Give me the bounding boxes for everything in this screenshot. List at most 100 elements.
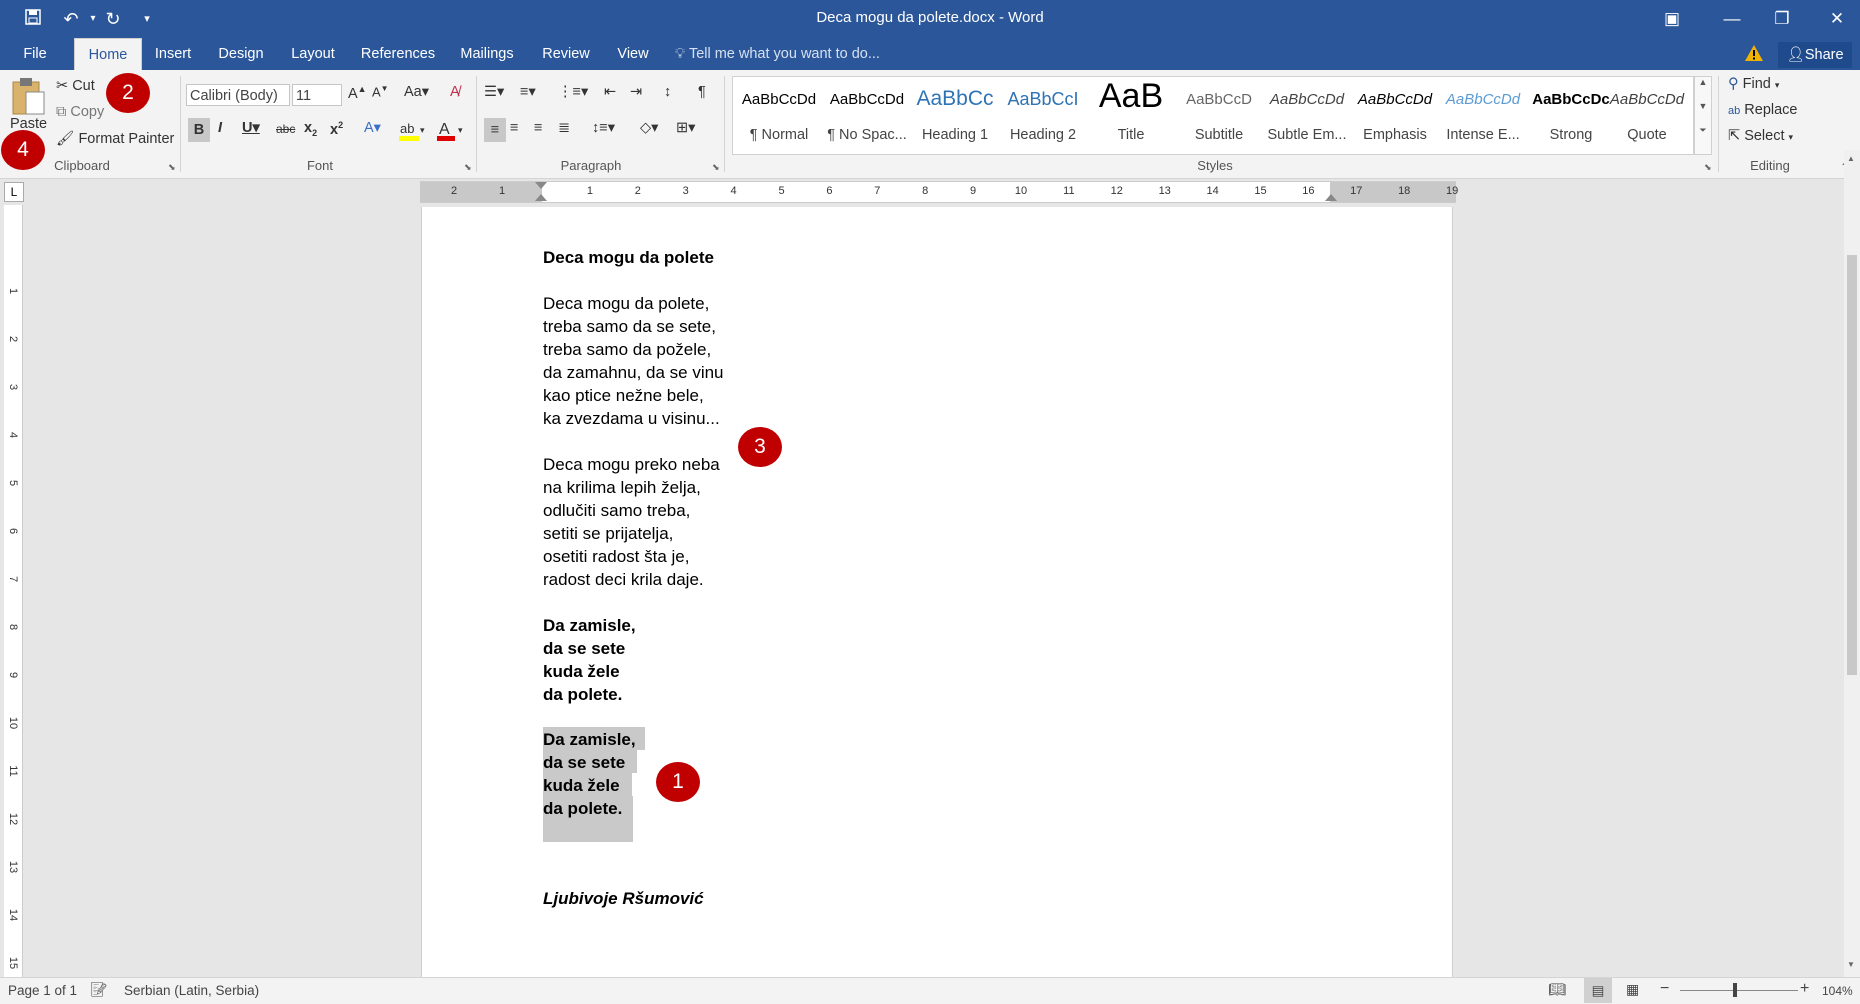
style-subtitle[interactable]: AaBbCcD Subtitle bbox=[1176, 77, 1262, 154]
tab-view[interactable]: View bbox=[610, 38, 656, 70]
grow-font-icon[interactable]: A▲ bbox=[348, 84, 367, 102]
format-painter-button[interactable]: 🖌︎ Format Painter bbox=[56, 130, 174, 147]
restore-button[interactable]: ❐ bbox=[1755, 0, 1809, 38]
style-title[interactable]: AaB Title bbox=[1088, 77, 1174, 154]
italic-button[interactable]: I bbox=[218, 120, 222, 136]
styles-launcher-icon[interactable]: ⬊ bbox=[1704, 162, 1712, 173]
style-subtle-emphasis[interactable]: AaBbCcDd Subtle Em... bbox=[1264, 77, 1350, 154]
style-intense-emphasis[interactable]: AaBbCcDd Intense E... bbox=[1440, 77, 1526, 154]
clear-formatting-icon[interactable]: A̸ bbox=[450, 84, 460, 100]
zoom-in-icon[interactable]: + bbox=[1800, 980, 1809, 998]
scroll-up-icon[interactable]: ▲ bbox=[1695, 77, 1711, 87]
poem-line[interactable]: radost deci krila daje. bbox=[543, 568, 704, 591]
superscript-button[interactable]: x2 bbox=[330, 120, 343, 138]
minimize-button[interactable]: — bbox=[1705, 0, 1759, 38]
poem-author[interactable]: Ljubivoje Ršumović bbox=[543, 887, 704, 910]
poem-line[interactable]: setiti se prijatelja, bbox=[543, 522, 673, 545]
poem-line[interactable]: da zamahnu, da se vinu bbox=[543, 361, 724, 384]
hanging-indent-marker[interactable] bbox=[535, 194, 547, 201]
poem-line[interactable]: Deca mogu preko neba bbox=[543, 453, 720, 476]
style-strong[interactable]: AaBbCcDc Strong bbox=[1528, 77, 1614, 154]
highlight-icon[interactable]: ab ▾ bbox=[398, 120, 428, 147]
subscript-button[interactable]: x2 bbox=[304, 120, 317, 138]
tab-mailings[interactable]: Mailings bbox=[454, 38, 520, 70]
font-launcher-icon[interactable]: ⬊ bbox=[464, 162, 472, 173]
selected-poem-line[interactable]: da polete. bbox=[543, 797, 622, 820]
poem-line[interactable]: da se sete bbox=[543, 637, 625, 660]
scroll-thumb[interactable] bbox=[1847, 255, 1857, 675]
clipboard-launcher-icon[interactable]: ⬊ bbox=[168, 162, 176, 173]
zoom-level[interactable]: 104% bbox=[1822, 984, 1853, 998]
paste-icon[interactable] bbox=[10, 76, 50, 116]
underline-button[interactable]: U▾ bbox=[242, 120, 260, 136]
bullets-icon[interactable]: ☰▾ bbox=[484, 84, 504, 100]
document-page[interactable]: Deca mogu da polete Deca mogu da polete,… bbox=[421, 207, 1453, 977]
selected-poem-line[interactable]: da se sete bbox=[543, 751, 625, 774]
copy-button[interactable]: ⧉ Copy bbox=[56, 104, 104, 120]
poem-line[interactable]: na krilima lepih želja, bbox=[543, 476, 701, 499]
read-mode-icon[interactable]: 📖︎ bbox=[1548, 981, 1566, 998]
replace-button[interactable]: ab Replace bbox=[1728, 102, 1797, 118]
poem-title[interactable]: Deca mogu da polete bbox=[543, 246, 714, 269]
poem-line[interactable]: odlučiti samo treba, bbox=[543, 499, 690, 522]
style-no-spacing[interactable]: AaBbCcDd ¶ No Spac... bbox=[824, 77, 910, 154]
style-normal[interactable]: AaBbCcDd ¶ Normal bbox=[736, 77, 822, 154]
vertical-scrollbar[interactable]: ▲ ▼ bbox=[1844, 150, 1860, 977]
font-color-icon[interactable]: A ▾ bbox=[436, 120, 466, 147]
shading-icon[interactable]: ◇▾ bbox=[640, 120, 658, 136]
paste-label[interactable]: Paste bbox=[10, 116, 47, 132]
tab-selector[interactable]: L bbox=[4, 182, 24, 202]
align-left-button[interactable]: ≡ bbox=[484, 118, 506, 142]
paragraph-launcher-icon[interactable]: ⬊ bbox=[712, 162, 720, 173]
poem-line[interactable]: treba samo da se sete, bbox=[543, 315, 716, 338]
zoom-out-icon[interactable]: − bbox=[1660, 980, 1669, 998]
scroll-down-icon[interactable]: ▼ bbox=[1695, 101, 1711, 111]
find-button[interactable]: ⚲ Find ▾ bbox=[1728, 76, 1779, 92]
close-button[interactable]: ✕ bbox=[1810, 0, 1860, 38]
poem-line[interactable]: Da zamisle, bbox=[543, 614, 636, 637]
poem-line[interactable]: treba samo da požele, bbox=[543, 338, 711, 361]
tab-design[interactable]: Design bbox=[212, 38, 270, 70]
change-case-icon[interactable]: Aa▾ bbox=[404, 84, 429, 100]
web-layout-icon[interactable]: ▦ bbox=[1626, 981, 1639, 998]
justify-button[interactable]: ≣ bbox=[558, 120, 570, 136]
style-heading-1[interactable]: AaBbCc Heading 1 bbox=[912, 77, 998, 154]
poem-line[interactable]: kuda žele bbox=[543, 660, 620, 683]
tell-me-search[interactable]: 💡︎ Tell me what you want to do... bbox=[675, 38, 880, 70]
scroll-up-arrow-icon[interactable]: ▲ bbox=[1847, 154, 1855, 163]
poem-line[interactable]: da polete. bbox=[543, 683, 622, 706]
numbering-icon[interactable]: ≡▾ bbox=[520, 84, 536, 100]
style-quote[interactable]: AaBbCcDd Quote bbox=[1604, 77, 1690, 154]
shrink-font-icon[interactable]: A▼ bbox=[372, 84, 389, 99]
warning-icon[interactable] bbox=[1744, 44, 1768, 64]
show-marks-icon[interactable]: ¶ bbox=[698, 84, 706, 100]
tab-references[interactable]: References bbox=[356, 38, 440, 70]
share-button[interactable]: 👤︎Share bbox=[1778, 42, 1852, 68]
increase-indent-icon[interactable]: ⇥ bbox=[630, 84, 642, 100]
cut-button[interactable]: ✂︎ Cut bbox=[56, 78, 95, 94]
multilevel-list-icon[interactable]: ⋮≡▾ bbox=[558, 84, 588, 100]
first-line-indent-marker[interactable] bbox=[535, 182, 547, 189]
selected-poem-line[interactable]: Da zamisle, bbox=[543, 728, 636, 751]
print-layout-icon[interactable]: ▤ bbox=[1584, 978, 1612, 1003]
poem-line[interactable]: ka zvezdama u visinu... bbox=[543, 407, 720, 430]
language-indicator[interactable]: Serbian (Latin, Serbia) bbox=[124, 983, 259, 998]
strikethrough-button[interactable]: abc bbox=[276, 122, 295, 136]
tab-home[interactable]: Home bbox=[74, 38, 142, 71]
style-heading-2[interactable]: AaBbCcI Heading 2 bbox=[1000, 77, 1086, 154]
styles-more-icon[interactable]: ⏷ bbox=[1695, 125, 1711, 136]
tab-file[interactable]: File bbox=[10, 38, 60, 70]
right-indent-marker[interactable] bbox=[1325, 194, 1337, 201]
font-name-combo[interactable]: Calibri (Body) bbox=[186, 84, 290, 106]
tab-review[interactable]: Review bbox=[534, 38, 598, 70]
scroll-down-arrow-icon[interactable]: ▼ bbox=[1847, 960, 1855, 969]
tab-layout[interactable]: Layout bbox=[284, 38, 342, 70]
tab-insert[interactable]: Insert bbox=[148, 38, 198, 70]
poem-line[interactable]: kao ptice nežne bele, bbox=[543, 384, 704, 407]
align-right-button[interactable]: ≡ bbox=[534, 120, 542, 136]
align-center-button[interactable]: ≡ bbox=[510, 120, 518, 136]
zoom-slider-thumb[interactable] bbox=[1733, 983, 1737, 997]
poem-line[interactable]: osetiti radost šta je, bbox=[543, 545, 689, 568]
text-effects-icon[interactable]: A▾ bbox=[364, 120, 381, 136]
proofing-icon[interactable]: 📝︎ bbox=[90, 981, 108, 998]
